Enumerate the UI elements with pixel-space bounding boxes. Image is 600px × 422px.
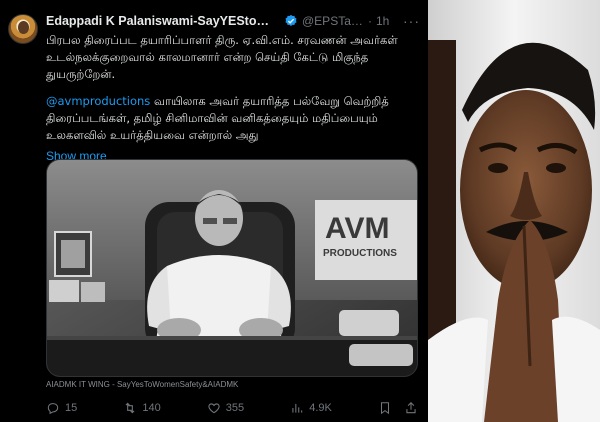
reply-count: 15 <box>65 402 78 414</box>
tweet-paragraph-2: @avmproductions வாயிலாக அவர் தயாரித்த பல… <box>46 93 418 144</box>
retweet-count: 140 <box>142 402 161 414</box>
reply-icon <box>47 403 59 415</box>
tweet-timestamp[interactable]: 1h <box>376 14 389 28</box>
share-icon[interactable] <box>404 401 418 415</box>
views-count: 4.9K <box>309 402 332 414</box>
retweet-button[interactable]: 140 <box>123 401 161 415</box>
retweet-icon <box>125 402 135 414</box>
mention-link[interactable]: @avmproductions <box>46 94 150 108</box>
reply-button[interactable]: 15 <box>46 401 77 415</box>
author-avatar[interactable] <box>8 14 38 44</box>
views-button[interactable]: 4.9K <box>290 401 332 415</box>
header-separator: · <box>368 14 372 28</box>
tweet-paragraph-1: பிரபல திரைப்பட தயாரிப்பாளர் திரு. ஏ.வி.எ… <box>46 33 398 81</box>
tweet-media-image[interactable]: AVM PRODUCTIONS <box>46 159 418 377</box>
like-count: 355 <box>225 402 245 414</box>
bookmark-icon[interactable] <box>378 401 392 415</box>
tweet-text: பிரபல திரைப்பட தயாரிப்பாளர் திரு. ஏ.வி.எ… <box>46 32 418 165</box>
media-caption: AIADMK IT WING - SayYesToWomenSafety&AIA… <box>46 380 239 389</box>
tweet-actions: 15 140 355 4.9K <box>46 398 418 418</box>
portrait-photo <box>428 0 600 422</box>
heart-icon <box>208 403 220 414</box>
more-options-icon[interactable]: ··· <box>403 13 420 29</box>
author-handle[interactable]: @EPSTam... <box>302 14 364 28</box>
media-sign-avm: AVM <box>325 212 389 245</box>
tweet-card[interactable]: Edappadi K Palaniswami-SayYEStoWomen... … <box>0 0 428 422</box>
bar-chart-icon <box>292 403 303 413</box>
tweet-header: Edappadi K Palaniswami-SayYEStoWomen... … <box>46 12 420 30</box>
verified-badge-icon <box>285 14 297 26</box>
like-button[interactable]: 355 <box>207 401 244 415</box>
tweet-actions-right <box>378 401 418 415</box>
media-photo: AVM PRODUCTIONS <box>47 160 417 376</box>
author-display-name[interactable]: Edappadi K Palaniswami-SayYEStoWomen... <box>46 14 280 28</box>
media-sign-productions: PRODUCTIONS <box>323 248 397 259</box>
